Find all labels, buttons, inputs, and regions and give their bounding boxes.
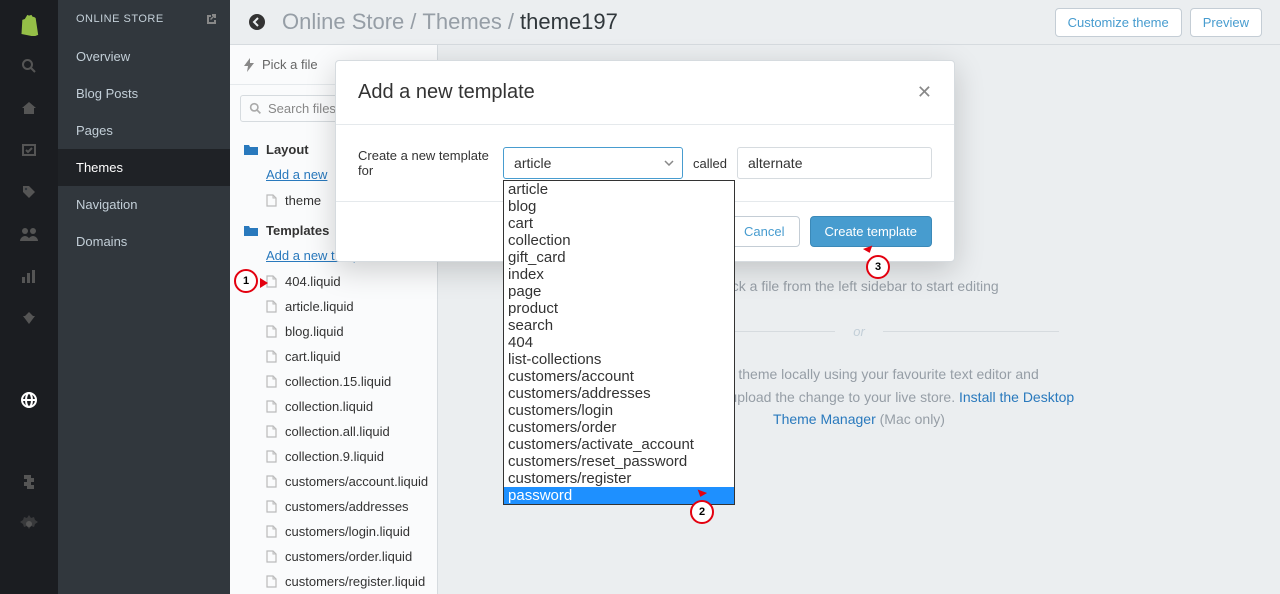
shopify-logo-icon bbox=[19, 14, 39, 34]
dropdown-option[interactable]: customers/login bbox=[504, 402, 734, 419]
external-link-icon[interactable] bbox=[204, 12, 218, 26]
document-icon bbox=[266, 475, 277, 488]
dropdown-option[interactable]: index bbox=[504, 266, 734, 283]
callout-1: 1 bbox=[234, 269, 258, 293]
file-item[interactable]: customers/order.liquid bbox=[230, 544, 437, 569]
dropdown-option[interactable]: product bbox=[504, 300, 734, 317]
document-icon bbox=[266, 325, 277, 338]
discounts-icon[interactable] bbox=[19, 308, 39, 328]
sidebar-item-themes[interactable]: Themes bbox=[58, 149, 230, 186]
breadcrumb-part[interactable]: Online Store bbox=[282, 9, 404, 35]
dropdown-option[interactable]: customers/addresses bbox=[504, 385, 734, 402]
add-template-modal: Add a new template ✕ Create a new templa… bbox=[335, 60, 955, 262]
file-item[interactable]: customers/addresses bbox=[230, 494, 437, 519]
dropdown-option[interactable]: article bbox=[504, 181, 734, 198]
callout-3: 3 bbox=[866, 255, 890, 279]
dropdown-option[interactable]: search bbox=[504, 317, 734, 334]
online-store-icon[interactable] bbox=[19, 390, 39, 410]
callout-2: 2 bbox=[690, 500, 714, 524]
file-item[interactable]: customers/account.liquid bbox=[230, 469, 437, 494]
breadcrumb-current: theme197 bbox=[520, 9, 618, 35]
search-icon[interactable] bbox=[19, 56, 39, 76]
template-type-dropdown[interactable]: articleblogcartcollectiongift_cardindexp… bbox=[503, 180, 735, 505]
dropdown-option[interactable]: customers/register bbox=[504, 470, 734, 487]
template-for-label: Create a new template for bbox=[358, 148, 493, 178]
dropdown-option[interactable]: customers/activate_account bbox=[504, 436, 734, 453]
sidebar-item-overview[interactable]: Overview bbox=[58, 38, 230, 75]
home-icon[interactable] bbox=[19, 98, 39, 118]
called-label: called bbox=[693, 156, 727, 171]
breadcrumb: Online Store / Themes / theme197 bbox=[282, 9, 618, 35]
cancel-button[interactable]: Cancel bbox=[729, 216, 799, 247]
file-item[interactable]: collection.9.liquid bbox=[230, 444, 437, 469]
modal-title: Add a new template bbox=[358, 81, 535, 104]
file-item[interactable]: blog.liquid bbox=[230, 319, 437, 344]
document-icon bbox=[266, 450, 277, 463]
settings-icon[interactable] bbox=[19, 514, 39, 534]
dropdown-option[interactable]: collection bbox=[504, 232, 734, 249]
tag-icon[interactable] bbox=[19, 182, 39, 202]
file-item[interactable]: collection.liquid bbox=[230, 394, 437, 419]
folder-icon bbox=[244, 144, 258, 156]
document-icon bbox=[266, 400, 277, 413]
pick-file-label: Pick a file bbox=[262, 57, 318, 72]
lightning-icon bbox=[244, 58, 254, 72]
sidebar-item-blog-posts[interactable]: Blog Posts bbox=[58, 75, 230, 112]
dropdown-option[interactable]: 404 bbox=[504, 334, 734, 351]
sidebar-item-domains[interactable]: Domains bbox=[58, 223, 230, 260]
dropdown-option[interactable]: customers/order bbox=[504, 419, 734, 436]
file-item[interactable]: article.liquid bbox=[230, 294, 437, 319]
file-item[interactable]: customers/login.liquid bbox=[230, 519, 437, 544]
file-item[interactable]: collection.all.liquid bbox=[230, 419, 437, 444]
dropdown-option[interactable]: cart bbox=[504, 215, 734, 232]
template-type-select[interactable]: article bbox=[503, 147, 683, 179]
pick-file-hint: Pick a file from the left sidebar to sta… bbox=[719, 278, 998, 294]
topbar: Online Store / Themes / theme197 Customi… bbox=[230, 0, 1280, 45]
file-item[interactable]: cart.liquid bbox=[230, 344, 437, 369]
dropdown-option[interactable]: blog bbox=[504, 198, 734, 215]
icon-rail bbox=[0, 0, 58, 594]
document-icon bbox=[266, 425, 277, 438]
folder-icon bbox=[244, 225, 258, 237]
reports-icon[interactable] bbox=[19, 266, 39, 286]
sidebar-item-navigation[interactable]: Navigation bbox=[58, 186, 230, 223]
template-name-input[interactable] bbox=[737, 147, 932, 179]
document-icon bbox=[266, 550, 277, 563]
file-item[interactable]: customers/register.liquid bbox=[230, 569, 437, 594]
document-icon bbox=[266, 525, 277, 538]
dropdown-option[interactable]: customers/account bbox=[504, 368, 734, 385]
customers-icon[interactable] bbox=[19, 224, 39, 244]
sidebar: ONLINE STORE OverviewBlog PostsPagesThem… bbox=[58, 0, 230, 594]
document-icon bbox=[266, 375, 277, 388]
apps-icon[interactable] bbox=[19, 472, 39, 492]
dropdown-option[interactable]: page bbox=[504, 283, 734, 300]
dropdown-option[interactable]: gift_card bbox=[504, 249, 734, 266]
breadcrumb-part[interactable]: Themes bbox=[422, 9, 501, 35]
inbox-icon[interactable] bbox=[19, 140, 39, 160]
customize-theme-button[interactable]: Customize theme bbox=[1055, 8, 1182, 37]
close-icon[interactable]: ✕ bbox=[917, 82, 932, 103]
create-template-button[interactable]: Create template bbox=[810, 216, 933, 247]
dropdown-option[interactable]: list-collections bbox=[504, 351, 734, 368]
dropdown-option[interactable]: customers/reset_password bbox=[504, 453, 734, 470]
chevron-down-icon bbox=[664, 160, 674, 166]
document-icon bbox=[266, 300, 277, 313]
sidebar-title: ONLINE STORE bbox=[76, 13, 164, 25]
preview-button[interactable]: Preview bbox=[1190, 8, 1262, 37]
back-icon[interactable] bbox=[248, 13, 266, 31]
document-icon bbox=[266, 500, 277, 513]
document-icon bbox=[266, 575, 277, 588]
sidebar-item-pages[interactable]: Pages bbox=[58, 112, 230, 149]
document-icon bbox=[266, 350, 277, 363]
file-item[interactable]: collection.15.liquid bbox=[230, 369, 437, 394]
document-icon bbox=[266, 194, 277, 207]
